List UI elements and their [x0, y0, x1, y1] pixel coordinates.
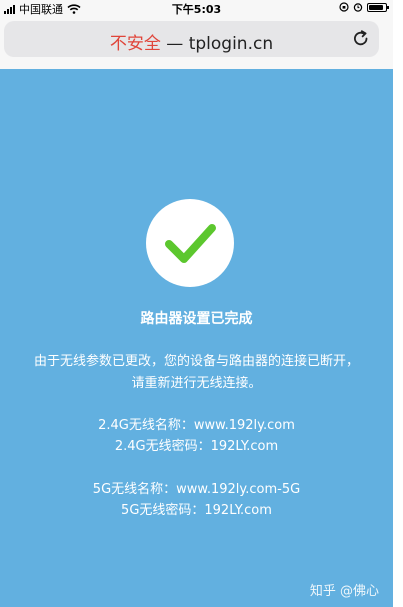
- wifi-5g-password: 5G无线密码：192LY.com: [121, 503, 272, 518]
- battery-icon: [367, 2, 389, 12]
- status-right: [339, 2, 389, 12]
- wifi-24g-name: 2.4G无线名称：www.192ly.com: [98, 418, 295, 433]
- url-display[interactable]: 不安全 — tplogin.cn: [4, 29, 379, 54]
- watermark: 知乎 @佛心: [309, 584, 379, 599]
- security-warning: 不安全: [109, 34, 161, 54]
- reload-icon[interactable]: [351, 29, 371, 49]
- status-time: 下午5:03: [171, 3, 222, 16]
- wifi-24g-info: 2.4G无线名称：www.192ly.com 2.4G无线密码：192LY.co…: [0, 415, 393, 457]
- router-setup-complete-page: 路由器设置已完成 由于无线参数已更改，您的设备与路由器的连接已断开，请重新进行无…: [0, 69, 393, 607]
- page-title: 路由器设置已完成: [140, 311, 253, 327]
- orientation-lock-icon: [339, 2, 349, 12]
- browser-toolbar: 不安全 — tplogin.cn: [0, 16, 393, 69]
- wifi-5g-info: 5G无线名称：www.192ly.com-5G 5G无线密码：192LY.com: [0, 479, 393, 521]
- address-bar[interactable]: 不安全 — tplogin.cn: [4, 21, 379, 57]
- disconnect-message: 由于无线参数已更改，您的设备与路由器的连接已断开，请重新进行无线连接。: [33, 354, 359, 391]
- alarm-icon: [353, 3, 363, 12]
- status-bar: 中国联通 下午5:03: [0, 0, 393, 16]
- wifi-5g-name: 5G无线名称：www.192ly.com-5G: [92, 482, 301, 497]
- url-separator: —: [160, 34, 189, 54]
- page-edge: [393, 0, 403, 607]
- success-badge: [146, 199, 234, 287]
- wifi-24g-password: 2.4G无线密码：192LY.com: [114, 439, 279, 454]
- url-text: tplogin.cn: [188, 34, 274, 54]
- checkmark-icon: [165, 224, 216, 263]
